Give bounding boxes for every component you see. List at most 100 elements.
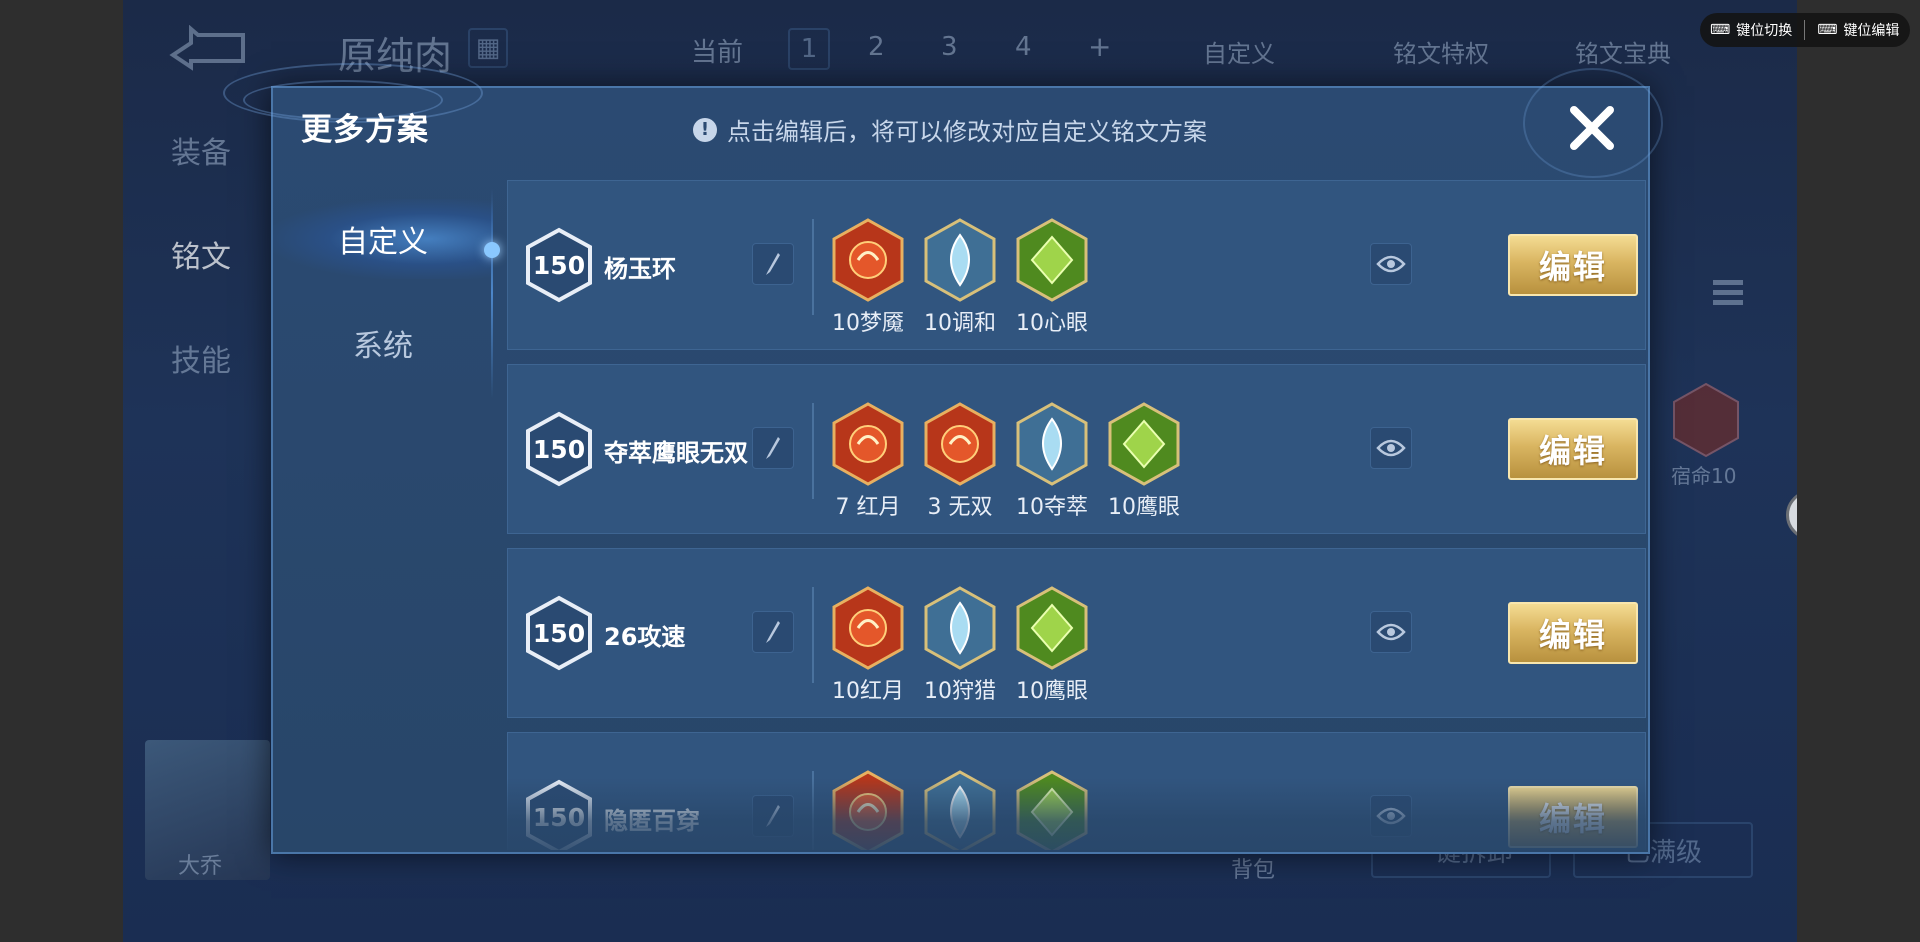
custom-label[interactable]: 自定义: [1203, 34, 1275, 69]
rune-label: 10鹰眼: [1016, 679, 1088, 704]
key-switch-label: 键位切换: [1736, 23, 1793, 39]
eye-icon: [1376, 807, 1406, 825]
close-icon[interactable]: [1564, 100, 1620, 156]
side-tab-equipment[interactable]: 装备: [171, 128, 231, 172]
divider: [812, 219, 814, 315]
pen-icon: [766, 805, 780, 827]
info-icon: !: [693, 117, 717, 142]
floating-ball-icon[interactable]: [1786, 490, 1797, 540]
tab-divider: [491, 188, 493, 398]
rune-privilege-button[interactable]: 铭文特权: [1393, 34, 1489, 69]
page-tab-4[interactable]: 4: [1015, 32, 1032, 62]
plan-row: 150 夺萃鹰眼无双 7 红月 3 无双 10夺萃 10鹰眼 编辑: [507, 364, 1646, 534]
rune-icon: [1671, 382, 1741, 458]
plan-level: 150: [532, 434, 586, 464]
key-edit-button[interactable]: ⌨ 键位编辑: [1817, 20, 1899, 40]
plan-list: 150 杨玉环 10梦魇 10调和 10心眼 编辑 150 夺萃鹰眼无双 7 红月 3…: [507, 180, 1646, 850]
edit-button[interactable]: 编辑: [1508, 418, 1638, 480]
page-tab-3[interactable]: 3: [941, 32, 958, 62]
preview-button[interactable]: [1370, 427, 1412, 469]
edit-button[interactable]: 编辑: [1508, 786, 1638, 848]
active-tab-indicator: [484, 242, 500, 258]
rune-green-icon: [1016, 770, 1088, 850]
rune-label: 10红月: [832, 679, 904, 704]
rune-red-icon: [832, 586, 904, 670]
plan-level: 150: [532, 802, 586, 832]
plan-name: 隐匿百穿: [604, 807, 700, 835]
rune-red-icon: [832, 402, 904, 486]
plan-row: 150 隐匿百穿 编辑: [507, 732, 1646, 850]
hero-name: 原纯肉: [338, 34, 453, 78]
pen-icon: [766, 621, 780, 643]
key-edit-label: 键位编辑: [1843, 23, 1900, 39]
rune-red-icon: [832, 218, 904, 302]
rune-label: 10鹰眼: [1108, 495, 1180, 520]
rune-label: 10梦魇: [832, 311, 904, 336]
plan-row: 150 杨玉环 10梦魇 10调和 10心眼 编辑: [507, 180, 1646, 350]
divider: [812, 587, 814, 683]
plan-level: 150: [532, 250, 586, 280]
plan-name: 杨玉环: [604, 255, 676, 283]
rename-button[interactable]: [752, 795, 794, 837]
rune-label: 3 无双: [927, 495, 993, 520]
rename-button[interactable]: [752, 243, 794, 285]
plan-category-tabs: 自定义 系统: [273, 183, 493, 783]
menu-icon[interactable]: [1711, 272, 1745, 312]
hero-caption: 大乔: [178, 854, 223, 879]
tip-label: 点击编辑后，将可以修改对应自定义铭文方案: [727, 118, 1207, 146]
page-tab-1[interactable]: 1: [788, 28, 830, 70]
tab-custom[interactable]: 自定义: [273, 199, 493, 279]
key-mapping-overlay: ⌨ 键位切换 ⌨ 键位编辑: [1700, 13, 1910, 47]
plan-level: 150: [532, 618, 586, 648]
current-label: 当前: [691, 38, 744, 68]
dialog-title: 更多方案: [301, 112, 429, 148]
gamepad-icon: ⌨: [1710, 22, 1731, 38]
add-page-button[interactable]: +: [1088, 30, 1111, 63]
plan-name: 26攻速: [604, 623, 686, 651]
rune-blue-icon: [924, 586, 996, 670]
rune-label: 7 红月: [835, 495, 901, 520]
rune-label: 10夺萃: [1016, 495, 1088, 520]
rune-label: 10狩猎: [924, 679, 996, 704]
rune-green-icon: [1016, 218, 1088, 302]
side-tab-skills[interactable]: 技能: [171, 336, 231, 380]
game-background: 原纯肉 ▦ 当前 1 2 3 4 + 自定义 铭文特权 铭文宝典 装备 铭文 技…: [123, 0, 1797, 942]
rune-red-icon: [832, 770, 904, 850]
edit-button[interactable]: 编辑: [1508, 234, 1638, 296]
eye-icon: [1376, 623, 1406, 641]
gamepad-icon: ⌨: [1817, 22, 1838, 38]
rune-green-icon: [1016, 586, 1088, 670]
pen-icon: [766, 437, 780, 459]
tip-text: ! 点击编辑后，将可以修改对应自定义铭文方案: [693, 112, 1207, 147]
key-switch-button[interactable]: ⌨ 键位切换: [1710, 20, 1792, 40]
rune-blue-icon: [1016, 402, 1088, 486]
preview-button[interactable]: [1370, 243, 1412, 285]
page-tab-2[interactable]: 2: [868, 32, 885, 62]
plan-row: 150 26攻速 10红月 10狩猎 10鹰眼 编辑: [507, 548, 1646, 718]
rune-treasure-button[interactable]: 铭文宝典: [1575, 34, 1671, 69]
pen-icon: [766, 253, 780, 275]
divider: [1804, 20, 1806, 40]
preview-button[interactable]: [1370, 611, 1412, 653]
rune-label: 10心眼: [1016, 311, 1088, 336]
edit-button[interactable]: 编辑: [1508, 602, 1638, 664]
preview-button[interactable]: [1370, 795, 1412, 837]
rename-button[interactable]: [752, 427, 794, 469]
divider: [812, 771, 814, 850]
rune-green-icon: [1108, 402, 1180, 486]
right-rune-label: 宿命10: [1671, 464, 1737, 488]
rename-button[interactable]: [752, 611, 794, 653]
more-plans-dialog: 更多方案 ! 点击编辑后，将可以修改对应自定义铭文方案 自定义 系统 150 杨…: [223, 63, 1663, 854]
side-tab-runes[interactable]: 铭文: [171, 232, 231, 276]
rune-label: 10调和: [924, 311, 996, 336]
grid-icon[interactable]: ▦: [468, 28, 508, 68]
rune-blue-icon: [924, 770, 996, 850]
divider: [812, 403, 814, 499]
bag-label[interactable]: 背包: [1231, 852, 1275, 884]
rune-blue-icon: [924, 218, 996, 302]
eye-icon: [1376, 439, 1406, 457]
plan-name: 夺萃鹰眼无双: [604, 439, 748, 467]
back-arrow-icon[interactable]: [163, 25, 253, 75]
tab-system[interactable]: 系统: [273, 303, 493, 383]
rune-red-icon: [924, 402, 996, 486]
